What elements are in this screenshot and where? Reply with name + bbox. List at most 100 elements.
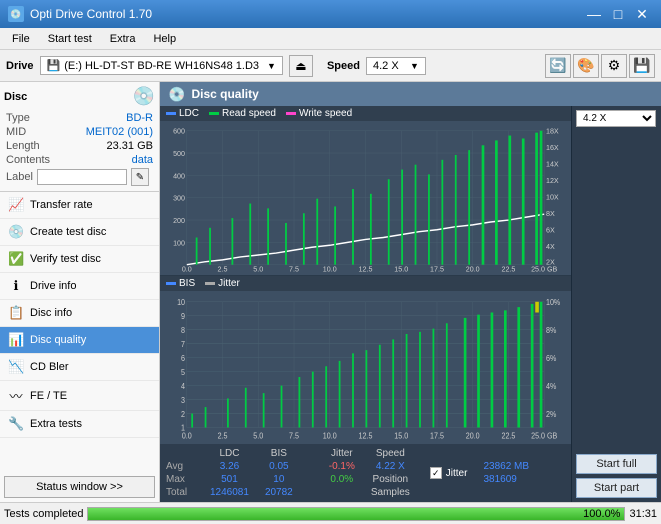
- disc-label-button[interactable]: ✎: [131, 168, 149, 186]
- svg-text:8: 8: [181, 325, 186, 335]
- options-button[interactable]: ⚙: [601, 54, 627, 78]
- sidebar-item-extra-tests[interactable]: 🔧 Extra tests: [0, 411, 159, 438]
- svg-text:300: 300: [173, 193, 185, 202]
- menu-bar: File Start test Extra Help: [0, 28, 661, 50]
- svg-text:6%: 6%: [546, 353, 556, 363]
- svg-text:10: 10: [177, 297, 185, 307]
- svg-text:10%: 10%: [546, 297, 560, 307]
- drive-value: (E:) HL-DT-ST BD-RE WH16NS48 1.D3: [64, 60, 259, 72]
- svg-text:16X: 16X: [546, 143, 559, 152]
- drive-label: Drive: [6, 60, 34, 72]
- ldc-legend-label: LDC: [179, 108, 199, 119]
- svg-text:12.5: 12.5: [359, 430, 373, 440]
- svg-text:10.0: 10.0: [323, 264, 337, 271]
- svg-text:25.0 GB: 25.0 GB: [531, 264, 557, 271]
- bis-legend-dot: [166, 282, 176, 285]
- sidebar-item-cd-bler[interactable]: 📉 CD Bler: [0, 354, 159, 381]
- ldc-header: LDC: [202, 447, 257, 460]
- svg-text:17.5: 17.5: [430, 264, 444, 271]
- sidebar-item-create-test-disc[interactable]: 💿 Create test disc: [0, 219, 159, 246]
- type-value: BD-R: [126, 112, 153, 124]
- svg-text:15.0: 15.0: [394, 430, 408, 440]
- bis-legend-label: BIS: [179, 278, 195, 289]
- nav-label-verify-test-disc: Verify test disc: [30, 253, 101, 265]
- total-bis: 20782: [257, 486, 301, 499]
- status-bar: Tests completed 100.0% 31:31: [0, 502, 661, 524]
- length-value: 23.31 GB: [107, 140, 153, 152]
- menu-extra[interactable]: Extra: [102, 31, 144, 47]
- menu-file[interactable]: File: [4, 31, 38, 47]
- create-test-disc-icon: 💿: [8, 224, 24, 240]
- svg-text:17.5: 17.5: [430, 430, 444, 440]
- save-button[interactable]: 💾: [629, 54, 655, 78]
- svg-text:7.5: 7.5: [289, 430, 299, 440]
- jitter-header: Jitter: [321, 447, 363, 460]
- minimize-button[interactable]: —: [583, 4, 605, 24]
- type-label: Type: [6, 112, 30, 124]
- ldc-legend-dot: [166, 112, 176, 115]
- maximize-button[interactable]: □: [607, 4, 629, 24]
- svg-text:25.0 GB: 25.0 GB: [531, 430, 557, 440]
- menu-help[interactable]: Help: [145, 31, 184, 47]
- svg-text:20.0: 20.0: [466, 430, 480, 440]
- refresh-button[interactable]: 🔄: [545, 54, 571, 78]
- chart2-legend: BIS Jitter: [160, 276, 571, 291]
- total-label: Total: [166, 486, 202, 499]
- jitter-checkbox-label: Jitter: [446, 468, 468, 479]
- svg-text:400: 400: [173, 171, 185, 180]
- speed-select[interactable]: 4.2 X ▼: [366, 57, 426, 75]
- status-text: Tests completed: [4, 508, 83, 520]
- sidebar-item-disc-quality[interactable]: 📊 Disc quality: [0, 327, 159, 354]
- close-button[interactable]: ✕: [631, 4, 653, 24]
- svg-text:8%: 8%: [546, 325, 556, 335]
- sidebar: Disc 💿 Type BD-R MID MEIT02 (001) Length…: [0, 82, 160, 502]
- sidebar-item-transfer-rate[interactable]: 📈 Transfer rate: [0, 192, 159, 219]
- sidebar-item-disc-info[interactable]: 📋 Disc info: [0, 300, 159, 327]
- eject-button[interactable]: ⏏: [289, 55, 313, 77]
- avg-bis: 0.05: [257, 460, 301, 473]
- svg-text:9: 9: [181, 311, 186, 321]
- right-panel: 4.2 X Start full Start part: [571, 106, 661, 502]
- max-bis: 10: [257, 473, 301, 486]
- sidebar-item-fe-te[interactable]: 〰 FE / TE: [0, 381, 159, 411]
- disc-info-icon: 📋: [8, 305, 24, 321]
- nav-label-cd-bler: CD Bler: [30, 361, 69, 373]
- start-full-button[interactable]: Start full: [576, 454, 657, 474]
- disc-eject-icon[interactable]: 💿: [133, 86, 155, 107]
- sidebar-item-verify-test-disc[interactable]: ✅ Verify test disc: [0, 246, 159, 273]
- speed-label: Speed: [327, 60, 360, 72]
- extra-tests-icon: 🔧: [8, 416, 24, 432]
- drive-info-icon: ℹ: [8, 278, 24, 294]
- svg-text:2%: 2%: [546, 409, 556, 419]
- speed-dropdown-arrow: ▼: [410, 61, 419, 71]
- sidebar-item-drive-info[interactable]: ℹ Drive info: [0, 273, 159, 300]
- chart-title: Disc quality: [191, 87, 258, 101]
- svg-text:2.5: 2.5: [218, 264, 228, 271]
- jitter-checkbox[interactable]: ✓: [430, 467, 442, 479]
- nav-label-drive-info: Drive info: [30, 280, 76, 292]
- length-label: Length: [6, 140, 40, 152]
- nav-label-extra-tests: Extra tests: [30, 418, 82, 430]
- disc-label-input[interactable]: [37, 169, 127, 185]
- speed-dropdown[interactable]: 4.2 X: [576, 110, 656, 127]
- svg-text:7.5: 7.5: [289, 264, 299, 271]
- start-part-button[interactable]: Start part: [576, 478, 657, 498]
- svg-text:15.0: 15.0: [394, 264, 408, 271]
- svg-text:5.0: 5.0: [253, 430, 263, 440]
- svg-text:8X: 8X: [546, 209, 555, 218]
- mid-label: MID: [6, 126, 26, 138]
- fe-te-icon: 〰: [8, 386, 24, 405]
- position-value: 23862 MB: [483, 461, 529, 472]
- color-button[interactable]: 🎨: [573, 54, 599, 78]
- svg-text:0.0: 0.0: [182, 430, 192, 440]
- svg-text:7: 7: [181, 339, 185, 349]
- bis-header: BIS: [257, 447, 301, 460]
- drive-select[interactable]: 💾 (E:) HL-DT-ST BD-RE WH16NS48 1.D3 ▼: [40, 56, 283, 75]
- contents-label: Contents: [6, 154, 50, 166]
- progress-bar: 100.0%: [87, 507, 625, 521]
- max-label: Max: [166, 473, 202, 486]
- app-icon: 💿: [8, 6, 24, 22]
- menu-start-test[interactable]: Start test: [40, 31, 100, 47]
- chart-title-bar: 💿 Disc quality: [160, 82, 661, 106]
- status-window-button[interactable]: Status window >>: [4, 476, 155, 498]
